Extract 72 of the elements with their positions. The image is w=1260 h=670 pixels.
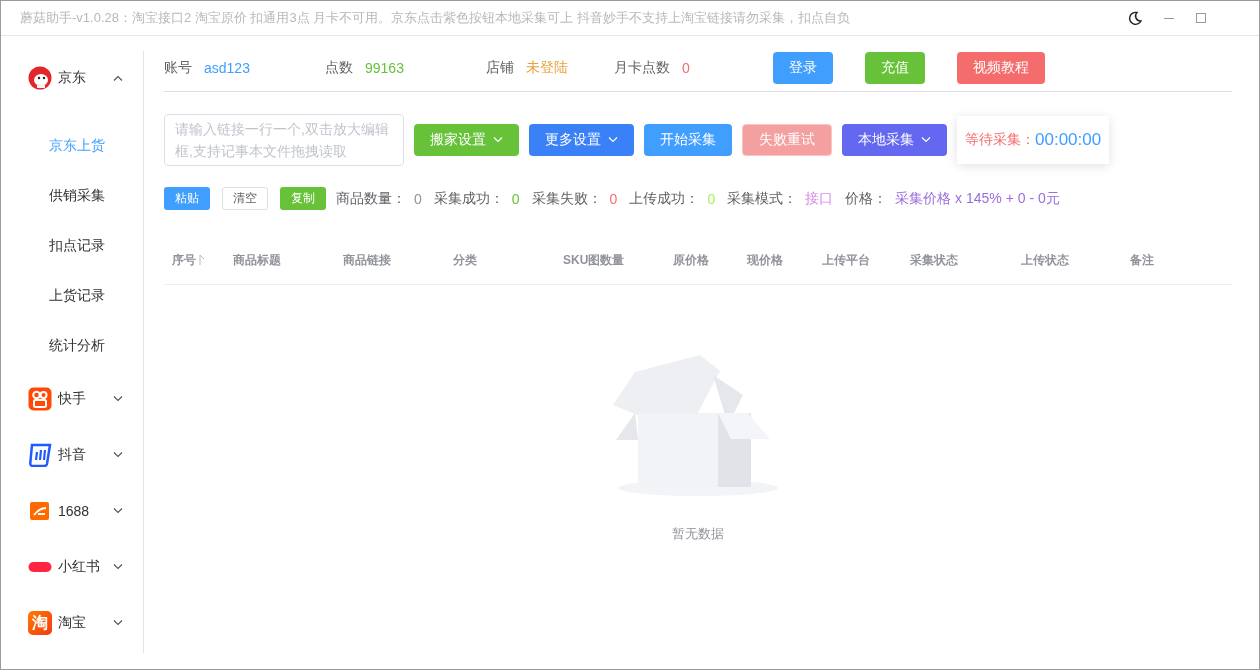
stat-value: 0 [511,190,520,207]
column-header[interactable]: 原价格 [673,251,709,269]
button[interactable]: 开始采集 [644,124,732,156]
sidebar-item[interactable]: 1688 [1,483,143,539]
chevron-down-icon [493,137,503,143]
logo-icon [28,387,52,411]
field-label: 账号 [164,58,192,77]
stat-label: 价格： [845,189,888,208]
field-label: 月卡点数 [614,58,670,77]
button[interactable]: 视频教程 [957,51,1045,84]
column-header[interactable]: 商品链接 [343,251,391,269]
stat-label: 采集模式： [727,189,798,208]
stat-label: 采集失败： [531,189,602,208]
column-header[interactable]: 商品标题 [233,251,281,269]
chevron-down-icon [113,508,123,514]
column-header[interactable]: 分类 [453,251,477,269]
chevron-up-icon [113,75,123,81]
field-value: 未登陆 [526,58,568,77]
sidebar-item[interactable]: 抖音 [1,427,143,483]
field-value: asd123 [204,59,250,76]
chevron-down-icon [113,620,123,626]
stat-value: 采集价格 x 145% + 0 - 0元 [895,189,1060,208]
field-value: 99163 [365,59,404,76]
logo-icon [28,443,52,467]
maximize-icon[interactable] [1195,12,1207,24]
button[interactable]: 搬家设置 [414,124,519,156]
chevron-down-icon [113,564,123,570]
logo-icon: 淘 [28,611,52,635]
chevron-down-icon [921,137,931,143]
column-header[interactable]: SKU图数量 [563,251,625,269]
button[interactable]: 复制 [280,187,326,210]
moon-icon[interactable] [1127,10,1143,26]
sort-icon [199,254,205,266]
chevron-down-icon [113,452,123,458]
link-input[interactable]: 请输入链接一行一个,双击放大编辑框,支持记事本文件拖拽读取 [164,114,404,166]
column-header[interactable]: 序号 [172,251,205,269]
sidebar-item[interactable]: 淘 淘宝 [1,595,143,651]
chevron-down-icon [608,137,618,143]
window-title: 蘑菇助手-v1.0.28：淘宝接口2 淘宝原价 扣通用3点 月卡不可用。京东点击紫色按钮本地采集可上 抖音妙手不支持上淘宝链接请勿采集，扣点自负 [20,9,851,27]
column-header[interactable]: 备注 [1130,251,1154,269]
column-header[interactable]: 上传状态 [1021,251,1069,269]
stat-value: 0 [707,190,716,207]
logo-icon [28,66,52,90]
field-value: 0 [682,59,690,76]
chevron-down-icon [113,396,123,402]
sidebar-subitem[interactable]: 京东上货 [1,127,143,177]
sidebar-item[interactable]: 京东 [1,51,143,105]
button[interactable]: 更多设置 [529,124,634,156]
timer-value: 00:00:00 [1035,130,1102,150]
sidebar-subitem[interactable]: 上货记录 [1,277,143,327]
button[interactable]: 本地采集 [842,124,947,156]
button[interactable]: 充值 [865,51,925,84]
stat-label: 上传成功： [629,189,700,208]
stat-value: 0 [414,190,422,207]
button[interactable]: 清空 [222,187,268,210]
logo-icon [28,499,52,523]
stat-label: 采集成功： [433,189,504,208]
stat-value: 接口 [805,189,834,208]
column-header[interactable]: 采集状态 [910,251,958,269]
stat-label: 商品数量： [336,189,406,208]
field-label: 点数 [325,58,353,77]
sidebar-item[interactable]: 小红书 [1,539,143,595]
field-label: 店铺 [486,58,514,77]
timer-label: 等待采集： [965,131,1035,149]
button[interactable]: 登录 [773,51,833,84]
empty-message: 暂无数据 [672,525,724,543]
sidebar-subitem[interactable]: 供销采集 [1,177,143,227]
button[interactable]: 粘贴 [164,187,210,210]
column-header[interactable]: 上传平台 [822,251,870,269]
column-header[interactable]: 现价格 [747,251,783,269]
stat-value: 0 [609,190,618,207]
sidebar-subitem[interactable]: 扣点记录 [1,227,143,277]
